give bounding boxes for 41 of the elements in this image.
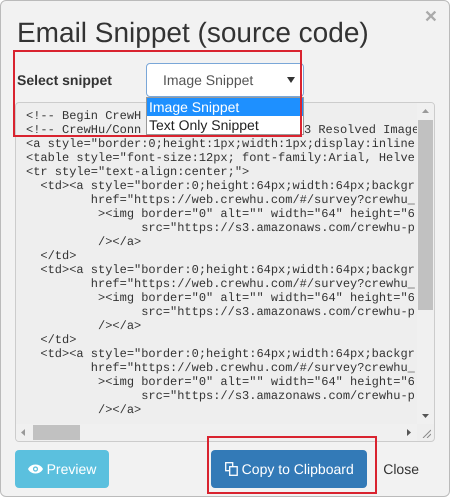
code-line: <td><a style="border:0;height:64px;width:64px;backgr (39, 179, 415, 193)
code-line: <!-- CrewHu/Conn (26, 123, 142, 137)
code-line: </td> (39, 249, 76, 263)
dialog-title: Email Snippet (source code) (17, 16, 369, 50)
code-line: <td><a style="border:0;height:64px;width:64px;backgr (39, 263, 415, 277)
code-line: src="https://s3.amazonaws.com/crewhu-p (140, 221, 415, 235)
code-line: src="https://s3.amazonaws.com/crewhu-p (140, 389, 415, 403)
scrollbar-thumb[interactable] (418, 120, 433, 310)
code-line: href="https://web.crewhu.com/#/survey?crewhu_ (90, 361, 415, 375)
scroll-right-arrow-icon[interactable] (407, 429, 411, 436)
dropdown-option[interactable]: Text Only Snippet (147, 116, 303, 134)
copy-button[interactable]: Copy to Clipboard (211, 450, 368, 488)
code-line: ><img border="0" alt="" width="64" height="6 (97, 375, 415, 389)
eye-icon (28, 464, 43, 474)
code-line: ><img border="0" alt="" width="64" height="6 (97, 207, 415, 221)
code-textarea[interactable] (15, 102, 435, 442)
code-line: src="https://s3.amazonaws.com/crewhu-p (140, 305, 415, 319)
code-line: <a style="border:0;height:1px;width:1px;display:inline (26, 137, 415, 151)
scroll-left-arrow-icon[interactable] (21, 429, 25, 436)
code-line: href="https://web.crewhu.com/#/survey?crewhu_ (90, 277, 415, 291)
code-line: <!-- Begin CrewH (26, 109, 142, 123)
dropdown-option[interactable]: Image Snippet (147, 98, 303, 116)
code-line: /></a> (97, 403, 142, 417)
copy-icon (224, 462, 238, 476)
code-line: /></a> (97, 319, 142, 333)
code-line: <table style="font-size:12px; font-family:Arial, Helve (26, 151, 415, 165)
caret-icon (287, 77, 295, 83)
code-line: /></a> (97, 235, 142, 249)
select-label: Select snippet (16, 72, 113, 88)
code-line: 3 Resolved Image (304, 123, 420, 137)
scroll-down-arrow-icon[interactable] (422, 414, 429, 418)
code-line: href="https://web.crewhu.com/#/survey?crewhu_ (90, 193, 415, 207)
snippet-select[interactable]: Image Snippet (146, 63, 304, 97)
resize-grip-icon[interactable] (422, 429, 431, 438)
code-line: <tr style="text-align:center;"> (26, 165, 250, 179)
code-line: <td><a style="border:0;height:64px;width:64px;backgr (39, 347, 415, 361)
scroll-up-arrow-icon[interactable] (422, 109, 429, 113)
scrollbar-thumb[interactable] (33, 425, 80, 440)
code-line: ><img border="0" alt="" width="64" height="6 (97, 291, 415, 305)
close-button[interactable]: Close (373, 450, 435, 488)
code-line: </td> (39, 333, 76, 347)
